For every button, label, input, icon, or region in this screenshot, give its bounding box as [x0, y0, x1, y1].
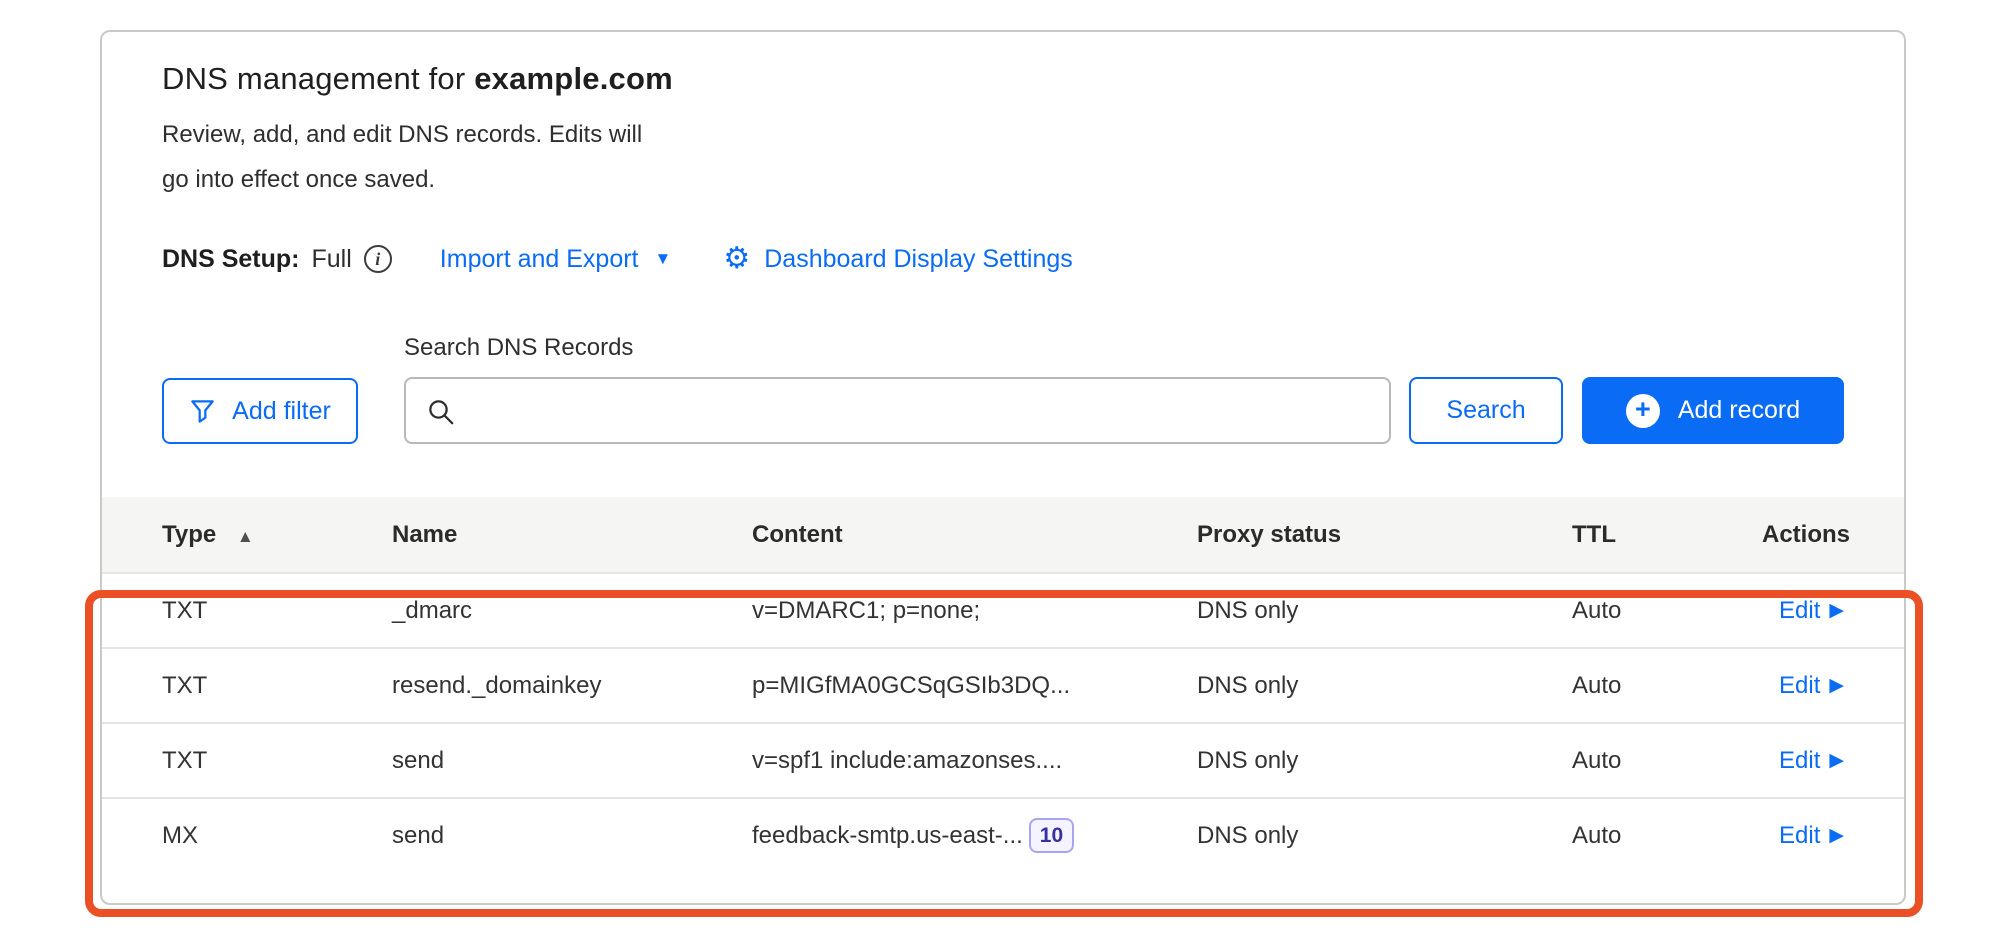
column-header-type[interactable]: Type ▲	[162, 521, 392, 549]
cell-type: TXT	[162, 597, 392, 625]
mx-priority-badge: 10	[1029, 818, 1074, 853]
cell-content: v=spf1 include:amazonses....	[752, 747, 1197, 775]
cell-name: resend._domainkey	[392, 672, 752, 700]
search-button-label: Search	[1446, 396, 1525, 425]
column-header-proxy-status[interactable]: Proxy status	[1197, 521, 1572, 549]
cell-type: TXT	[162, 747, 392, 775]
page-title-prefix: DNS management for	[162, 61, 474, 96]
column-header-name[interactable]: Name	[392, 521, 752, 549]
cell-name: send	[392, 747, 752, 775]
dns-setup-row: DNS Setup: Full i Import and Export ▼ ⚙ …	[162, 244, 1844, 274]
search-group: Search DNS Records	[404, 334, 1391, 444]
edit-record-button[interactable]: Edit ▶	[1779, 597, 1844, 625]
chevron-right-icon: ▶	[1829, 601, 1844, 620]
column-header-ttl[interactable]: TTL	[1572, 521, 1762, 549]
dashboard-display-settings-label: Dashboard Display Settings	[764, 245, 1073, 274]
page-subtitle: Review, add, and edit DNS records. Edits…	[162, 112, 1844, 202]
cell-proxy-status: DNS only	[1197, 672, 1572, 700]
cell-ttl: Auto	[1572, 822, 1762, 850]
cell-ttl: Auto	[1572, 672, 1762, 700]
cell-content: p=MIGfMA0GCSqGSIb3DQ...	[752, 672, 1197, 700]
page-title: DNS management for example.com	[162, 58, 1844, 100]
edit-record-button[interactable]: Edit ▶	[1779, 672, 1844, 700]
import-export-link[interactable]: Import and Export ▼	[440, 245, 672, 274]
info-icon[interactable]: i	[364, 245, 392, 273]
gear-icon: ⚙	[723, 244, 750, 274]
cell-ttl: Auto	[1572, 597, 1762, 625]
cell-ttl: Auto	[1572, 747, 1762, 775]
cell-content: feedback-smtp.us-east-... 10	[752, 818, 1197, 853]
table-row: TXT resend._domainkey p=MIGfMA0GCSqGSIb3…	[102, 647, 1904, 722]
subtitle-line-2: go into effect once saved.	[162, 157, 1844, 202]
add-record-label: Add record	[1678, 396, 1800, 425]
dns-records-table: Type ▲ Name Content Proxy status TTL Act…	[102, 497, 1904, 872]
chevron-right-icon: ▶	[1829, 676, 1844, 695]
add-filter-button[interactable]: Add filter	[162, 378, 358, 444]
add-record-button[interactable]: + Add record	[1582, 377, 1844, 444]
cell-name: _dmarc	[392, 597, 752, 625]
chevron-right-icon: ▶	[1829, 751, 1844, 770]
table-row: MX send feedback-smtp.us-east-... 10 DNS…	[102, 797, 1904, 872]
search-box	[404, 377, 1391, 444]
search-button[interactable]: Search	[1409, 377, 1563, 444]
subtitle-line-1: Review, add, and edit DNS records. Edits…	[162, 112, 1844, 157]
dns-setup-value: Full	[312, 245, 352, 274]
plus-icon: +	[1626, 394, 1660, 428]
import-export-label: Import and Export	[440, 245, 639, 274]
chevron-down-icon: ▼	[655, 249, 672, 269]
filter-funnel-icon	[189, 398, 216, 425]
search-field-label: Search DNS Records	[404, 334, 1391, 362]
chevron-right-icon: ▶	[1829, 826, 1844, 845]
add-filter-label: Add filter	[232, 397, 331, 426]
dashboard-display-settings-link[interactable]: ⚙ Dashboard Display Settings	[723, 244, 1072, 274]
sort-ascending-icon: ▲	[237, 527, 254, 546]
edit-record-button[interactable]: Edit ▶	[1779, 822, 1844, 850]
column-header-actions: Actions	[1762, 521, 1850, 549]
cell-type: MX	[162, 822, 392, 850]
cell-proxy-status: DNS only	[1197, 822, 1572, 850]
cell-proxy-status: DNS only	[1197, 747, 1572, 775]
cell-type: TXT	[162, 672, 392, 700]
table-row: TXT _dmarc v=DMARC1; p=none; DNS only Au…	[102, 572, 1904, 647]
page-title-domain: example.com	[474, 61, 673, 96]
cell-content: v=DMARC1; p=none;	[752, 597, 1197, 625]
table-header-row: Type ▲ Name Content Proxy status TTL Act…	[102, 497, 1904, 572]
cell-proxy-status: DNS only	[1197, 597, 1572, 625]
search-input[interactable]	[406, 379, 1389, 442]
cell-name: send	[392, 822, 752, 850]
dns-setup-label: DNS Setup:	[162, 245, 300, 274]
table-row: TXT send v=spf1 include:amazonses.... DN…	[102, 722, 1904, 797]
edit-record-button[interactable]: Edit ▶	[1779, 747, 1844, 775]
dns-controls-row: Add filter Search DNS Records Search + A…	[162, 334, 1844, 444]
dns-management-card: DNS management for example.com Review, a…	[100, 30, 1906, 905]
search-icon	[426, 397, 456, 427]
column-header-content[interactable]: Content	[752, 521, 1197, 549]
